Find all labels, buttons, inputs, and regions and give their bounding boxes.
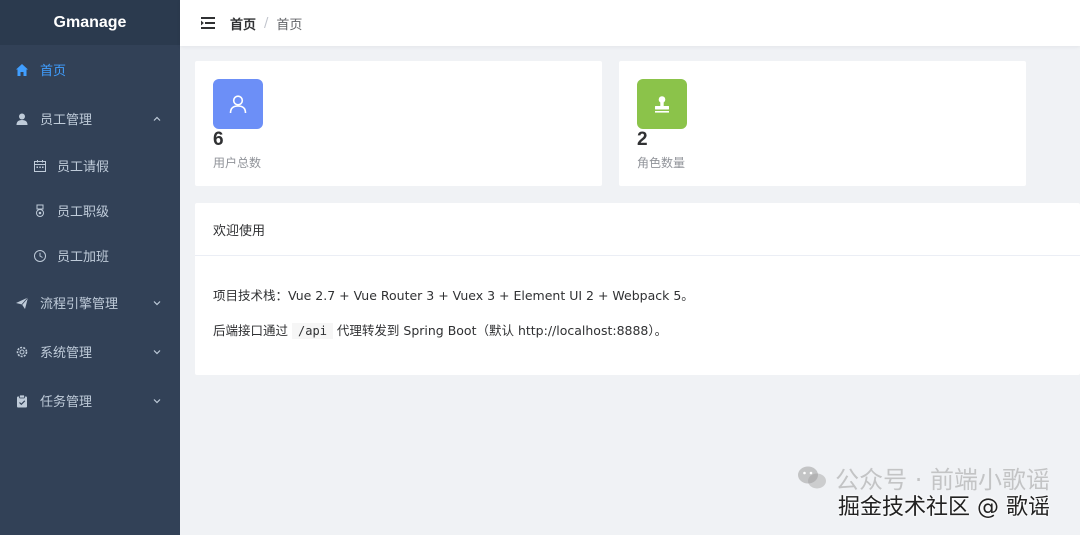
sidebar-item-label: 任务管理	[40, 395, 93, 410]
sidebar-menu: 首页 员工管理 员工请假 员工职级 员工加班 流程引擎管理 系统管理 任务管理	[0, 45, 180, 425]
stat-icon-box	[637, 79, 687, 129]
sidebar-item-employee-overtime[interactable]: 员工加班	[0, 233, 180, 278]
clock-icon	[32, 248, 48, 264]
sidebar-item-label: 员工加班	[57, 250, 110, 265]
hamburger-icon[interactable]	[200, 15, 216, 31]
clipboard-icon	[14, 393, 30, 409]
sidebar-item-label: 首页	[40, 64, 67, 79]
tech-stack-text: 项目技术栈：Vue 2.7 + Vue Router 3 + Vuex 3 + …	[213, 288, 694, 303]
stat-value: 6	[213, 129, 224, 150]
stamp-icon	[655, 96, 669, 113]
breadcrumb-current: 首页	[276, 17, 303, 33]
sidebar-item-employee-rank[interactable]: 员工职级	[0, 188, 180, 233]
sidebar-item-label: 流程引擎管理	[40, 297, 119, 312]
sidebar: Gmanage 首页 员工管理 员工请假 员工职级 员工加班 流程引擎管理 系统…	[0, 0, 180, 535]
welcome-title: 欢迎使用	[195, 203, 1080, 256]
medal-icon	[32, 203, 48, 219]
sidebar-item-label: 员工管理	[40, 113, 93, 128]
stat-card-users: 6 用户总数	[195, 61, 602, 186]
breadcrumb-separator: /	[264, 15, 269, 31]
proxy-text-before: 后端接口通过	[213, 323, 289, 338]
proxy-text-after: 代理转发到 Spring Boot（默认 http://localhost:88…	[336, 323, 668, 338]
chevron-up-icon	[152, 114, 162, 124]
send-icon	[14, 295, 30, 311]
breadcrumb-home-link[interactable]: 首页	[230, 14, 256, 33]
sidebar-item-label: 员工职级	[57, 205, 110, 220]
sidebar-item-system-management[interactable]: 系统管理	[0, 327, 180, 376]
wechat-icon	[798, 466, 827, 488]
sidebar-item-employee-leave[interactable]: 员工请假	[0, 143, 180, 188]
stat-label: 角色数量	[637, 156, 686, 170]
chevron-down-icon	[152, 396, 162, 406]
sidebar-item-label: 员工请假	[57, 160, 110, 175]
user-icon	[14, 111, 30, 127]
welcome-body: 项目技术栈：Vue 2.7 + Vue Router 3 + Vuex 3 + …	[195, 256, 1080, 341]
welcome-card: 欢迎使用 项目技术栈：Vue 2.7 + Vue Router 3 + Vuex…	[195, 203, 1080, 375]
sidebar-item-label: 系统管理	[40, 346, 93, 361]
watermark: 公众号 · 前端小歌谣 掘金技术社区 @ 歌谣	[797, 460, 1050, 521]
sidebar-item-task-management[interactable]: 任务管理	[0, 376, 180, 425]
home-icon	[14, 62, 30, 78]
calendar-icon	[32, 158, 48, 174]
user-icon	[229, 95, 247, 114]
app-logo: Gmanage	[0, 0, 180, 45]
chevron-down-icon	[152, 298, 162, 308]
breadcrumb: 首页 / 首页	[230, 14, 302, 33]
backend-proxy-text: 后端接口通过/api 代理转发到 Spring Boot（默认 http://lo…	[213, 321, 1062, 341]
top-header: 首页 / 首页	[180, 0, 1080, 46]
sidebar-item-home[interactable]: 首页	[0, 45, 180, 94]
gear-icon	[14, 344, 30, 360]
stat-icon-box	[213, 79, 263, 129]
stat-value: 2	[637, 129, 648, 150]
stat-label: 用户总数	[213, 156, 262, 170]
sidebar-item-employee-management[interactable]: 员工管理	[0, 94, 180, 143]
chevron-down-icon	[152, 347, 162, 357]
stat-card-roles: 2 角色数量	[619, 61, 1026, 186]
sidebar-item-workflow-engine[interactable]: 流程引擎管理	[0, 278, 180, 327]
api-path-code: /api	[292, 323, 333, 339]
